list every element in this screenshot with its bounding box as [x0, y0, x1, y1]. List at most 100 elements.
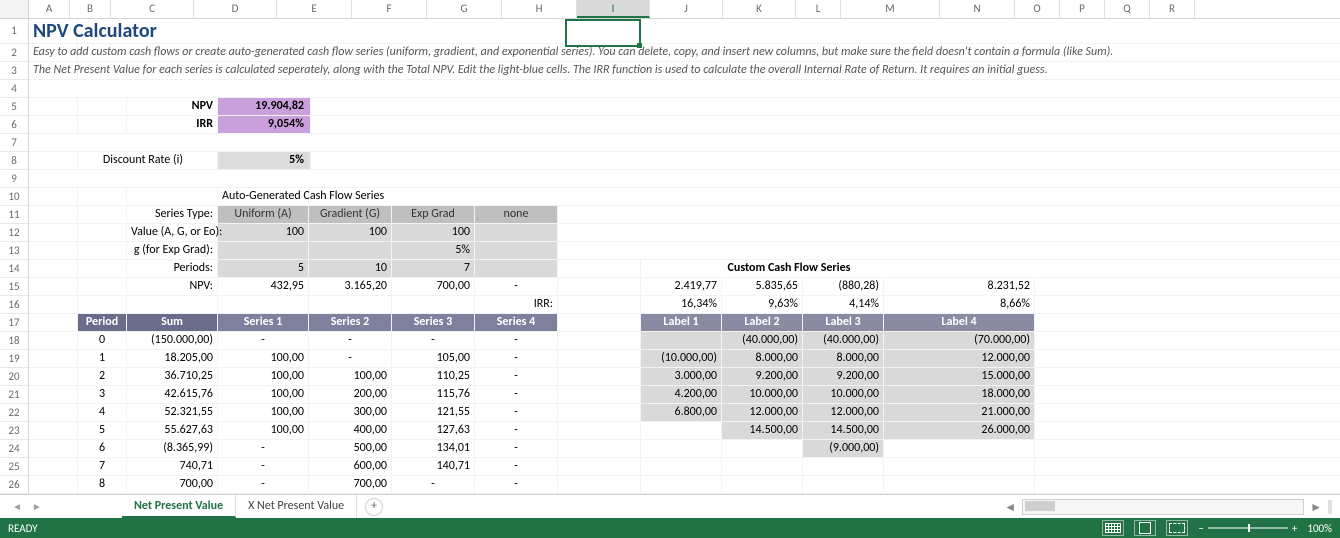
- label4-cell[interactable]: 12.000,00: [884, 350, 1035, 367]
- series-g-3[interactable]: 5%: [392, 242, 475, 259]
- row-header-7[interactable]: 7: [0, 134, 28, 152]
- series2-cell[interactable]: 600,00: [309, 458, 392, 475]
- col-header-F[interactable]: F: [352, 0, 427, 18]
- spacer[interactable]: [558, 422, 641, 439]
- series1-cell[interactable]: 100,00: [218, 404, 309, 421]
- series1-cell[interactable]: -: [218, 332, 309, 349]
- sum-cell[interactable]: (150.000,00): [127, 332, 218, 349]
- series-type-1[interactable]: Uniform (A): [218, 206, 309, 223]
- label3-cell[interactable]: 8.000,00: [803, 350, 884, 367]
- spacer[interactable]: [29, 368, 78, 385]
- col-header-R[interactable]: R: [1150, 0, 1195, 18]
- row-header-5[interactable]: 5: [0, 98, 28, 116]
- col-header-Q[interactable]: Q: [1105, 0, 1150, 18]
- spacer[interactable]: [558, 350, 641, 367]
- series-periods-2[interactable]: 10: [309, 260, 392, 277]
- sum-cell[interactable]: 700,00: [127, 476, 218, 493]
- label1-cell[interactable]: [641, 476, 722, 493]
- row-header-22[interactable]: 22: [0, 404, 28, 422]
- series-value-2[interactable]: 100: [309, 224, 392, 241]
- col-header-L[interactable]: L: [796, 0, 841, 18]
- series-g-2[interactable]: [309, 242, 392, 259]
- spacer[interactable]: [558, 476, 641, 493]
- row-header-21[interactable]: 21: [0, 386, 28, 404]
- row-header-6[interactable]: 6: [0, 116, 28, 134]
- label4-cell[interactable]: [884, 440, 1035, 457]
- label1-cell[interactable]: [641, 332, 722, 349]
- series2-cell[interactable]: 700,00: [309, 476, 392, 493]
- irr-value[interactable]: 9,054%: [218, 116, 311, 133]
- row-header-24[interactable]: 24: [0, 440, 28, 458]
- col-header-B[interactable]: B: [70, 0, 111, 18]
- label2-cell[interactable]: 12.000,00: [722, 404, 803, 421]
- th-l2[interactable]: Label 2: [722, 314, 803, 331]
- label1-cell[interactable]: 3.000,00: [641, 368, 722, 385]
- th-l4[interactable]: Label 4: [884, 314, 1035, 331]
- spacer[interactable]: [558, 332, 641, 349]
- series4-cell[interactable]: -: [475, 332, 558, 349]
- row-header-15[interactable]: 15: [0, 278, 28, 296]
- title-cell[interactable]: NPV Calculator: [29, 19, 78, 43]
- col-header-I[interactable]: I: [577, 0, 650, 18]
- series1-cell[interactable]: 100,00: [218, 368, 309, 385]
- view-normal-icon[interactable]: [1102, 520, 1124, 536]
- period-cell[interactable]: 5: [78, 422, 127, 439]
- series2-cell[interactable]: 400,00: [309, 422, 392, 439]
- label4-cell[interactable]: 15.000,00: [884, 368, 1035, 385]
- series3-cell[interactable]: 110,25: [392, 368, 475, 385]
- zoom-in-icon[interactable]: +: [1292, 522, 1297, 535]
- label4-cell[interactable]: [884, 476, 1035, 493]
- row-header-14[interactable]: 14: [0, 260, 28, 278]
- sum-cell[interactable]: 36.710,25: [127, 368, 218, 385]
- col-header-H[interactable]: H: [502, 0, 577, 18]
- row-header-16[interactable]: 16: [0, 296, 28, 314]
- tab-nav-next-icon[interactable]: ►: [32, 500, 42, 513]
- label3-cell[interactable]: [803, 476, 884, 493]
- col-header-A[interactable]: A: [29, 0, 70, 18]
- series-periods-1[interactable]: 5: [218, 260, 309, 277]
- spacer[interactable]: [29, 458, 78, 475]
- label1-cell[interactable]: (10.000,00): [641, 350, 722, 367]
- label3-cell[interactable]: (9.000,00): [803, 440, 884, 457]
- series-g-4[interactable]: [475, 242, 558, 259]
- row-header-2[interactable]: 2: [0, 44, 28, 62]
- tab-nav[interactable]: ◄ ►: [0, 500, 122, 513]
- row-header-10[interactable]: 10: [0, 188, 28, 206]
- series-value-4[interactable]: [475, 224, 558, 241]
- row-header-26[interactable]: 26: [0, 476, 28, 494]
- col-header-P[interactable]: P: [1060, 0, 1105, 18]
- add-sheet-button[interactable]: +: [365, 498, 383, 516]
- row-header-4[interactable]: 4: [0, 80, 28, 98]
- label1-cell[interactable]: [641, 458, 722, 475]
- series2-cell[interactable]: 500,00: [309, 440, 392, 457]
- row-header-18[interactable]: 18: [0, 332, 28, 350]
- view-page-break-icon[interactable]: [1166, 520, 1188, 536]
- period-cell[interactable]: 7: [78, 458, 127, 475]
- series4-cell[interactable]: -: [475, 440, 558, 457]
- period-cell[interactable]: 3: [78, 386, 127, 403]
- row-header-19[interactable]: 19: [0, 350, 28, 368]
- label3-cell[interactable]: 10.000,00: [803, 386, 884, 403]
- sum-cell[interactable]: 740,71: [127, 458, 218, 475]
- sum-cell[interactable]: 52.321,55: [127, 404, 218, 421]
- series3-cell[interactable]: 134,01: [392, 440, 475, 457]
- label4-cell[interactable]: 21.000,00: [884, 404, 1035, 421]
- series-g-1[interactable]: [218, 242, 309, 259]
- label3-cell[interactable]: [803, 458, 884, 475]
- label2-cell[interactable]: 8.000,00: [722, 350, 803, 367]
- spacer[interactable]: [558, 368, 641, 385]
- series1-cell[interactable]: 100,00: [218, 350, 309, 367]
- series3-cell[interactable]: -: [392, 332, 475, 349]
- label4-cell[interactable]: (70.000,00): [884, 332, 1035, 349]
- spacer[interactable]: [29, 386, 78, 403]
- series3-cell[interactable]: 127,63: [392, 422, 475, 439]
- label2-cell[interactable]: 10.000,00: [722, 386, 803, 403]
- label3-cell[interactable]: 14.500,00: [803, 422, 884, 439]
- spacer[interactable]: [29, 404, 78, 421]
- series-value-1[interactable]: 100: [218, 224, 309, 241]
- label1-cell[interactable]: [641, 422, 722, 439]
- series-type-3[interactable]: Exp Grad: [392, 206, 475, 223]
- label2-cell[interactable]: 9.200,00: [722, 368, 803, 385]
- row-header-1[interactable]: 1: [0, 19, 28, 44]
- col-header-K[interactable]: K: [723, 0, 796, 18]
